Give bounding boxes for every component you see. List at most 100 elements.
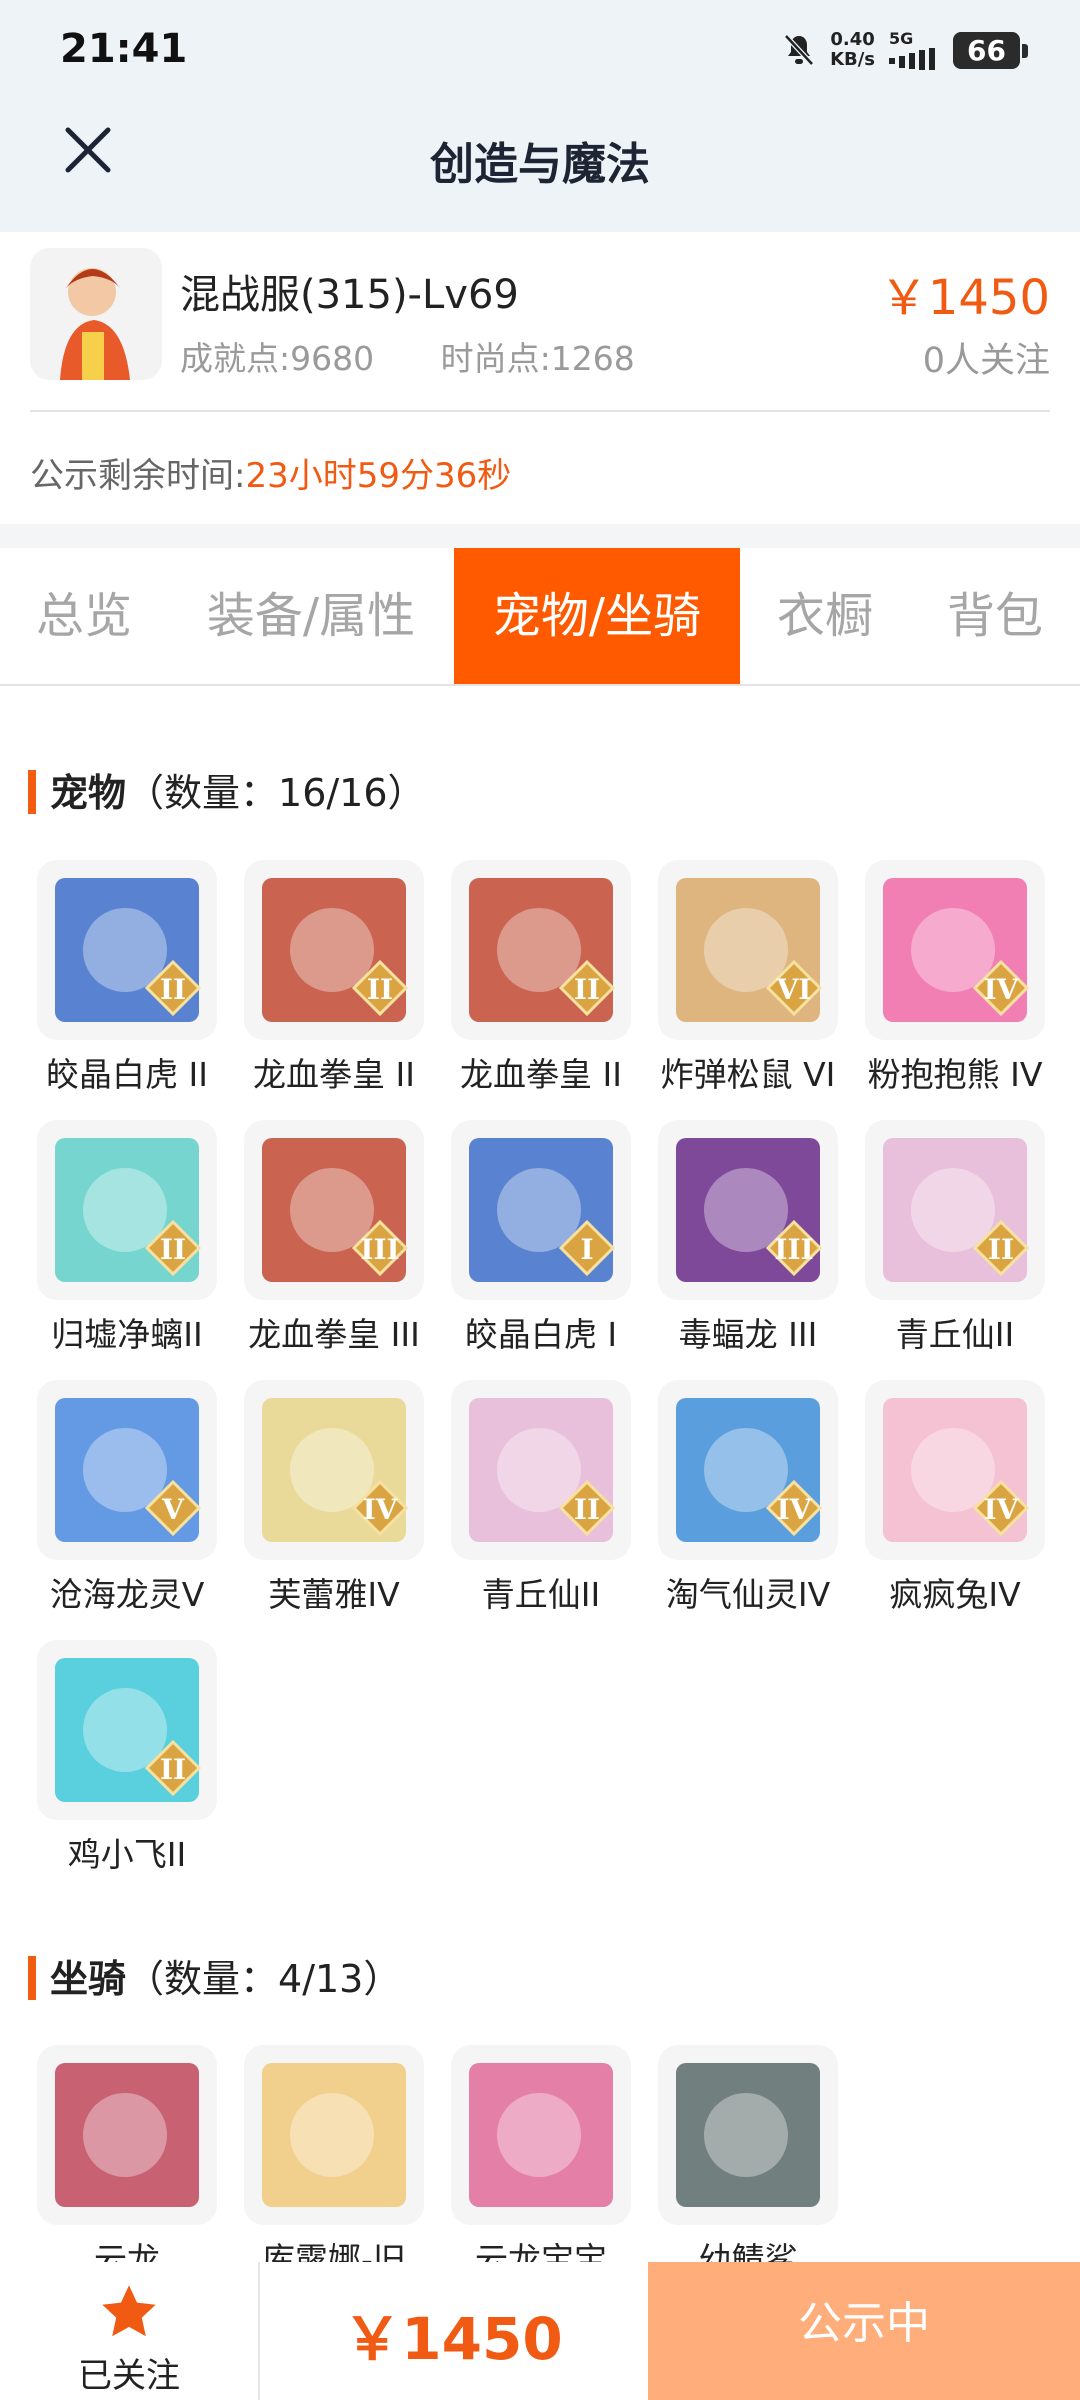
rank-text: II (988, 1233, 1014, 1266)
pet-item[interactable]: II 青丘仙II (441, 1380, 641, 1616)
countdown: 公示剩余时间:23小时59分36秒 (30, 448, 511, 497)
mount-item[interactable]: 库露娜-旧 (234, 2045, 434, 2281)
mount-item[interactable]: 云龙 (27, 2045, 227, 2281)
rank-text: II (160, 1753, 186, 1786)
pet-thumbnail: II (37, 1640, 217, 1820)
pet-name: 青丘仙II (481, 1575, 601, 1614)
divider (30, 410, 1050, 412)
page-title: 创造与魔法 (430, 139, 650, 190)
countdown-value: 23小时59分36秒 (245, 456, 512, 496)
rank-text: IV (777, 1493, 813, 1526)
mounts-section-title: 坐骑（数量：4/13） (28, 1948, 401, 2003)
status-time: 21:41 (60, 26, 188, 72)
tab-backpack[interactable]: 背包 (910, 548, 1080, 684)
pet-name: 鸡小飞II (67, 1835, 187, 1874)
pet-item[interactable]: II 鸡小飞II (27, 1640, 227, 1876)
pet-thumbnail: II (451, 1380, 631, 1560)
pet-thumbnail: II (451, 860, 631, 1040)
server-level: 混战服(315)-Lv69 (180, 272, 519, 318)
pet-name: 龙血拳皇 III (248, 1315, 420, 1354)
character-avatar (30, 248, 162, 380)
rank-text: III (774, 1233, 813, 1266)
pet-thumbnail: II (865, 1120, 1045, 1300)
pet-name: 龙血拳皇 II (460, 1055, 622, 1094)
pet-item[interactable]: VI 炸弹松鼠 VI (648, 860, 848, 1096)
star-icon (102, 2285, 156, 2337)
signal-icon (889, 48, 936, 70)
pet-item[interactable]: V 沧海龙灵V (27, 1380, 227, 1616)
pet-thumbnail: IV (865, 860, 1045, 1040)
pet-name: 龙血拳皇 II (253, 1055, 415, 1094)
tabs-divider (0, 684, 1080, 686)
tab-wardrobe[interactable]: 衣橱 (740, 548, 910, 684)
pets-section-title: 宠物（数量：16/16） (28, 762, 426, 817)
net-speed: 0.40 KB/s (830, 29, 876, 70)
pet-item[interactable]: II 龙血拳皇 II (234, 860, 434, 1096)
rank-text: II (160, 973, 186, 1006)
mounts-count: （数量：4/13） (126, 1957, 402, 2001)
pet-item[interactable]: II 归墟净螭II (27, 1120, 227, 1356)
mount-thumbnail (37, 2045, 217, 2225)
pet-name: 皎晶白虎 I (464, 1315, 618, 1354)
pet-item[interactable]: I 皎晶白虎 I (441, 1120, 641, 1356)
pet-thumbnail: III (244, 1120, 424, 1300)
pet-name: 炸弹松鼠 VI (660, 1055, 836, 1094)
pet-item[interactable]: IV 疯疯兔IV (855, 1380, 1055, 1616)
rank-text: IV (984, 973, 1020, 1006)
rank-text: II (574, 1493, 600, 1526)
rank-text: VI (776, 973, 812, 1006)
pet-name: 归墟净螭II (51, 1315, 203, 1354)
achievement-points: 成就点:9680 (180, 339, 375, 378)
pet-item[interactable]: IV 芙蕾雅IV (234, 1380, 434, 1616)
section-marker (28, 770, 36, 814)
public-status-button[interactable]: 公示中 (648, 2262, 1080, 2400)
rank-text: II (160, 1233, 186, 1266)
pet-item[interactable]: II 皎晶白虎 II (27, 860, 227, 1096)
follow-label: 已关注 (78, 2356, 180, 2396)
pet-thumbnail: IV (658, 1380, 838, 1560)
stats-row: 成就点:9680 时尚点:1268 (180, 332, 691, 380)
rank-text: III (360, 1233, 399, 1266)
mount-item[interactable]: 幼鲭鲨 (648, 2045, 848, 2281)
pet-item[interactable]: III 龙血拳皇 III (234, 1120, 434, 1356)
pet-name: 沧海龙灵V (49, 1575, 205, 1614)
pet-name: 粉抱抱熊 IV (867, 1055, 1043, 1094)
mount-thumbnail (451, 2045, 631, 2225)
fashion-points: 时尚点:1268 (440, 339, 635, 378)
pet-item[interactable]: II 青丘仙II (855, 1120, 1055, 1356)
tab-bar: 总览 装备/属性 宠物/坐骑 衣橱 背包 (0, 548, 1080, 684)
pet-name: 皎晶白虎 II (46, 1055, 208, 1094)
pet-name: 青丘仙II (895, 1315, 1015, 1354)
rank-text: V (161, 1493, 185, 1526)
pet-item[interactable]: III 毒蝠龙 III (648, 1120, 848, 1356)
top-area: 21:41 0.40 KB/s 5G 66 创造与魔法 (0, 0, 1080, 232)
mount-item[interactable]: 云龙宝宝 (441, 2045, 641, 2281)
mute-bell-icon (784, 34, 814, 66)
pet-thumbnail: III (658, 1120, 838, 1300)
tab-pets-mounts[interactable]: 宠物/坐骑 (454, 548, 740, 684)
pet-name: 疯疯兔IV (889, 1575, 1021, 1614)
rank-text: II (367, 973, 393, 1006)
mount-thumbnail (244, 2045, 424, 2225)
tab-equipment[interactable]: 装备/属性 (168, 548, 454, 684)
pets-count: （数量：16/16） (126, 771, 426, 815)
pet-thumbnail: VI (658, 860, 838, 1040)
rank-text: IV (984, 1493, 1020, 1526)
rank-text: II (574, 973, 600, 1006)
countdown-label: 公示剩余时间: (30, 456, 246, 496)
pet-name: 淘气仙灵IV (665, 1575, 831, 1614)
follow-button[interactable]: 已关注 (0, 2262, 260, 2400)
rank-text: I (580, 1233, 593, 1266)
pet-thumbnail: II (244, 860, 424, 1040)
price: ￥1450 (879, 270, 1050, 326)
pet-thumbnail: V (37, 1380, 217, 1560)
signal-group: 5G (889, 30, 939, 70)
pet-item[interactable]: II 龙血拳皇 II (441, 860, 641, 1096)
pet-thumbnail: I (451, 1120, 631, 1300)
tab-overview[interactable]: 总览 (0, 548, 168, 684)
pet-item[interactable]: IV 粉抱抱熊 IV (855, 860, 1055, 1096)
pet-thumbnail: II (37, 860, 217, 1040)
pet-item[interactable]: IV 淘气仙灵IV (648, 1380, 848, 1616)
battery-indicator: 66 (953, 31, 1028, 69)
pet-thumbnail: II (37, 1120, 217, 1300)
